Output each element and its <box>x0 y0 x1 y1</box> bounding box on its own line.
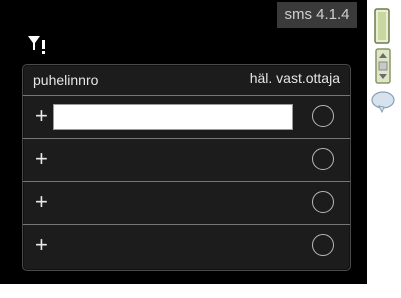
phone-number-input[interactable] <box>53 104 293 130</box>
alarm-recipient-radio[interactable] <box>312 191 334 213</box>
add-icon[interactable]: + <box>35 191 48 213</box>
table-header: puhelinnro häl. vast.ottaja <box>23 65 350 96</box>
table-row[interactable]: + <box>23 225 350 267</box>
alarm-recipient-radio[interactable] <box>312 148 334 170</box>
table-row[interactable]: + <box>23 182 350 225</box>
filter-alert-icon <box>27 34 49 54</box>
menu-number-label: sms 4.1.4 <box>277 2 357 28</box>
alarm-recipient-column-header: häl. vast.ottaja <box>249 70 340 86</box>
add-icon[interactable]: + <box>35 105 48 127</box>
add-icon[interactable]: + <box>35 234 48 256</box>
green-bar-icon <box>374 8 390 49</box>
help-bubble-icon[interactable] <box>370 90 396 119</box>
add-icon[interactable]: + <box>35 148 48 170</box>
alarm-recipient-radio[interactable] <box>312 234 334 256</box>
display-screen: sms 4.1.4 puhelinnro häl. vast.ottaja + … <box>0 0 367 284</box>
table-row[interactable]: + <box>23 96 350 139</box>
scroll-slider-icon[interactable] <box>374 48 392 89</box>
recipient-list-panel: puhelinnro häl. vast.ottaja + + + + <box>22 64 351 271</box>
table-row[interactable]: + <box>23 139 350 182</box>
phone-number-column-header: puhelinnro <box>33 72 99 88</box>
alarm-recipient-radio[interactable] <box>312 105 334 127</box>
